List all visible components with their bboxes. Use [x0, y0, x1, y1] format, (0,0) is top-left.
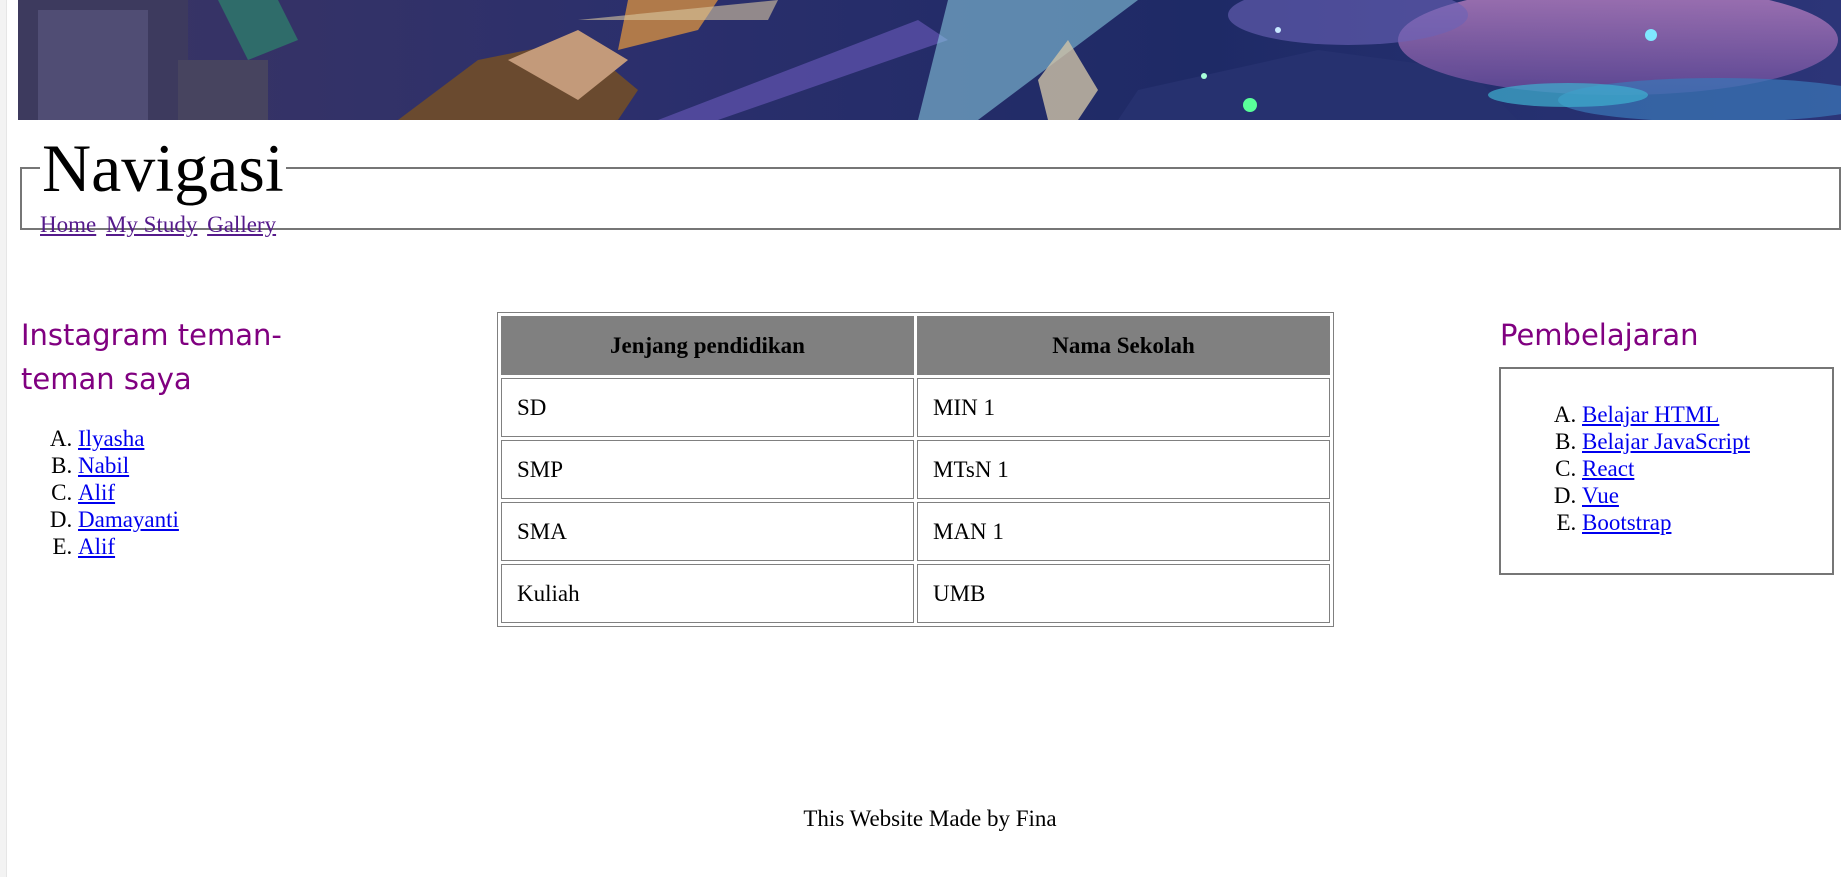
nav-link-my-study[interactable]: My Study [106, 212, 197, 237]
table-cell-level: SMP [501, 440, 914, 499]
instagram-link-damayanti[interactable]: Damayanti [78, 507, 179, 532]
list-item: React [1582, 455, 1832, 482]
nav-links: Home My Study Gallery [40, 212, 1821, 238]
navigation-fieldset: Navigasi Home My Study Gallery [20, 130, 1841, 237]
instagram-link-ilyasha[interactable]: Ilyasha [78, 426, 144, 451]
table-row: SD MIN 1 [501, 378, 1330, 437]
table-cell-school: MAN 1 [917, 502, 1330, 561]
instagram-link-alif-2[interactable]: Alif [78, 534, 115, 559]
learning-box: Belajar HTML Belajar JavaScript React Vu… [1499, 367, 1834, 575]
list-item: Alif [78, 533, 341, 560]
instagram-sidebar: Instagram teman-teman saya Ilyasha Nabil… [21, 313, 341, 560]
list-item: Ilyasha [78, 425, 341, 452]
table-cell-school: MIN 1 [917, 378, 1330, 437]
table-row: SMP MTsN 1 [501, 440, 1330, 499]
table-header-row: Jenjang pendidikan Nama Sekolah [501, 316, 1330, 375]
instagram-link-alif[interactable]: Alif [78, 480, 115, 505]
learning-link-javascript[interactable]: Belajar JavaScript [1582, 429, 1750, 454]
instagram-link-nabil[interactable]: Nabil [78, 453, 129, 478]
page: Navigasi Home My Study Gallery Instagram… [0, 0, 1843, 877]
table-header-school: Nama Sekolah [917, 316, 1330, 375]
table-cell-school: UMB [917, 564, 1330, 623]
list-item: Bootstrap [1582, 509, 1832, 536]
banner-image [18, 0, 1841, 120]
table-row: Kuliah UMB [501, 564, 1330, 623]
list-item: Nabil [78, 452, 341, 479]
browser-gutter [0, 0, 7, 877]
table-cell-level: SMA [501, 502, 914, 561]
learning-heading: Pembelajaran [1500, 318, 1699, 352]
table-row: SMA MAN 1 [501, 502, 1330, 561]
footer-text: This Website Made by Fina [803, 806, 1057, 831]
education-table: Jenjang pendidikan Nama Sekolah SD MIN 1… [497, 312, 1334, 627]
list-item: Damayanti [78, 506, 341, 533]
nav-link-gallery[interactable]: Gallery [207, 212, 276, 237]
learning-link-bootstrap[interactable]: Bootstrap [1582, 510, 1671, 535]
instagram-heading: Instagram teman-teman saya [21, 318, 282, 396]
learning-link-react[interactable]: React [1582, 456, 1634, 481]
list-item: Alif [78, 479, 341, 506]
table-header-level: Jenjang pendidikan [501, 316, 914, 375]
table-cell-level: SD [501, 378, 914, 437]
table-cell-school: MTsN 1 [917, 440, 1330, 499]
learning-list: Belajar HTML Belajar JavaScript React Vu… [1501, 401, 1832, 536]
learning-sidebar: Pembelajaran Belajar HTML Belajar JavaSc… [1499, 313, 1839, 575]
learning-link-vue[interactable]: Vue [1582, 483, 1619, 508]
list-item: Belajar JavaScript [1582, 428, 1832, 455]
instagram-list: Ilyasha Nabil Alif Damayanti Alif [21, 425, 341, 560]
learning-link-html[interactable]: Belajar HTML [1582, 402, 1719, 427]
list-item: Belajar HTML [1582, 401, 1832, 428]
list-item: Vue [1582, 482, 1832, 509]
navigation-legend: Navigasi [42, 130, 284, 206]
nav-link-home[interactable]: Home [40, 212, 96, 237]
table-cell-level: Kuliah [501, 564, 914, 623]
